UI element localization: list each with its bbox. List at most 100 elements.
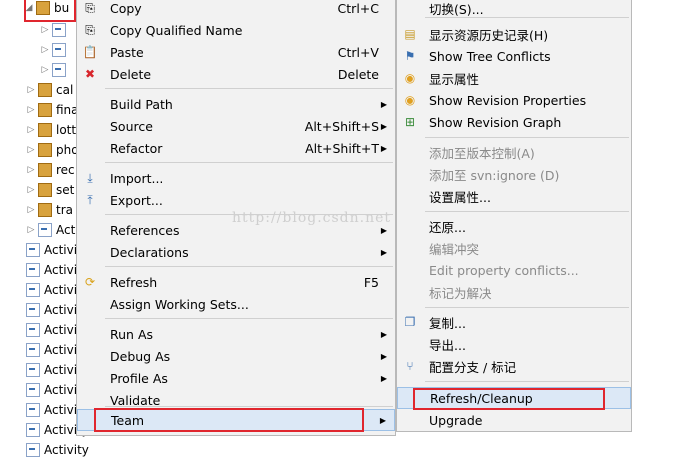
menu-shortcut: Ctrl+C xyxy=(337,0,379,16)
menu-label: 切换(S)... xyxy=(429,1,484,17)
menu-item-show-revision-graph[interactable]: ⊞ Show Revision Graph xyxy=(397,111,631,133)
menu-label: 还原... xyxy=(429,219,466,235)
menu-label: Source xyxy=(110,118,153,134)
expand-arrow-icon[interactable]: ▷ xyxy=(26,125,36,135)
menu-item-copy[interactable]: ⎘ Copy Ctrl+C xyxy=(77,0,395,19)
branch-tag-icon: ⑂ xyxy=(406,359,414,373)
java-file-icon xyxy=(26,443,40,457)
tree-item[interactable]: ▷ xyxy=(40,40,70,60)
menu-shortcut: Alt+Shift+S xyxy=(304,118,379,134)
tree-item[interactable]: ▷ lott xyxy=(26,120,76,140)
menu-item-edit-conflicts[interactable]: 编辑冲突 xyxy=(397,237,631,259)
revision-properties-icon: ◉ xyxy=(404,93,416,107)
expand-arrow-icon[interactable]: ▷ xyxy=(40,45,50,55)
menu-item-paste[interactable]: 📋 Paste Ctrl+V xyxy=(77,41,395,63)
annotation-box-root xyxy=(24,0,76,22)
menu-item-delete[interactable]: ✖ Delete Delete xyxy=(77,63,395,85)
menu-item-copy-qualified-name[interactable]: ⎘ Copy Qualified Name xyxy=(77,19,395,41)
menu-item-source[interactable]: Source Alt+Shift+S ▶ xyxy=(77,115,395,137)
menu-shortcut: Alt+Shift+T xyxy=(305,140,379,156)
tree-item-label: tra xyxy=(56,203,73,217)
menu-item-show-tree-conflicts[interactable]: ⚑ Show Tree Conflicts xyxy=(397,45,631,67)
java-file-icon xyxy=(26,263,40,277)
svn-copy-icon: ❐ xyxy=(404,315,416,329)
menu-item-svn-export[interactable]: 导出... xyxy=(397,333,631,355)
menu-item-references[interactable]: References ▶ xyxy=(77,219,395,241)
menu-label: 导出... xyxy=(429,337,466,353)
expand-arrow-icon[interactable]: ▷ xyxy=(26,225,36,235)
tree-item-label: set xyxy=(56,183,75,197)
menu-item-build-path[interactable]: Build Path ▶ xyxy=(77,93,395,115)
menu-item-show-properties[interactable]: ◉ 显示属性 xyxy=(397,67,631,89)
menu-separator xyxy=(105,318,393,319)
menu-label: Declarations xyxy=(110,244,189,260)
tree-item[interactable]: ▷ cal xyxy=(26,80,73,100)
submenu-arrow-icon: ▶ xyxy=(380,247,387,257)
expand-arrow-icon[interactable]: ▷ xyxy=(26,145,36,155)
menu-item-run-as[interactable]: Run As ▶ xyxy=(77,323,395,345)
menu-item-import[interactable]: ⤓ Import... xyxy=(77,167,395,189)
menu-shortcut: Delete xyxy=(337,66,379,82)
expand-arrow-icon[interactable]: ▷ xyxy=(40,65,50,75)
menu-label: Copy Qualified Name xyxy=(110,22,243,38)
menu-label: Profile As xyxy=(110,370,168,386)
java-file-icon xyxy=(52,63,66,77)
tree-item[interactable]: ▷ set xyxy=(26,180,74,200)
tree-item[interactable]: ▷ rec xyxy=(26,160,75,180)
menu-item-show-history[interactable]: ▤ 显示资源历史记录(H) xyxy=(397,23,631,45)
menu-shortcut: F5 xyxy=(363,274,379,290)
menu-item-profile-as[interactable]: Profile As ▶ xyxy=(77,367,395,389)
menu-item-add-svn-ignore[interactable]: 添加至 svn:ignore (D) xyxy=(397,163,631,185)
menu-item-declarations[interactable]: Declarations ▶ xyxy=(77,241,395,263)
package-icon xyxy=(38,163,52,177)
menu-item-refactor[interactable]: Refactor Alt+Shift+T ▶ xyxy=(77,137,395,159)
menu-item-debug-as[interactable]: Debug As ▶ xyxy=(77,345,395,367)
expand-arrow-icon[interactable]: ▷ xyxy=(26,85,36,95)
menu-label: 添加至版本控制(A) xyxy=(429,145,535,161)
menu-separator xyxy=(425,17,629,18)
menu-label: Copy xyxy=(110,0,142,16)
menu-label: 设置属性... xyxy=(429,189,491,205)
tree-item[interactable]: ▷ Act xyxy=(26,220,75,240)
tree-item[interactable]: ▷ xyxy=(40,20,70,40)
menu-separator xyxy=(425,137,629,138)
menu-item-upgrade[interactable]: Upgrade xyxy=(397,409,631,431)
tree-item[interactable]: ▷ fina xyxy=(26,100,79,120)
tree-item[interactable]: ▷ pho xyxy=(26,140,79,160)
menu-item-svn-copy[interactable]: ❐ 复制... xyxy=(397,311,631,333)
expand-arrow-icon[interactable]: ▷ xyxy=(26,185,36,195)
tree-item[interactable]: ▷ xyxy=(40,60,70,80)
tree-item[interactable]: Activity xyxy=(14,440,89,460)
menu-item-set-property[interactable]: 设置属性... xyxy=(397,185,631,207)
menu-item-export[interactable]: ⤒ Export... xyxy=(77,189,395,211)
menu-label: Edit property conflicts... xyxy=(429,262,579,278)
menu-label: 显示资源历史记录(H) xyxy=(429,27,549,43)
expand-arrow-icon[interactable]: ▷ xyxy=(40,25,50,35)
java-file-icon xyxy=(26,343,40,357)
menu-item-add-version-control[interactable]: 添加至版本控制(A) xyxy=(397,141,631,163)
menu-label: 编辑冲突 xyxy=(429,241,480,257)
menu-item-mark-resolved[interactable]: 标记为解决 xyxy=(397,281,631,303)
export-icon: ⤒ xyxy=(87,192,93,207)
context-menu: ⎘ Copy Ctrl+C ⎘ Copy Qualified Name 📋 Pa… xyxy=(76,0,396,436)
refresh-icon: ⟳ xyxy=(84,275,96,289)
tree-item[interactable]: ▷ tra xyxy=(26,200,73,220)
menu-label: Show Revision Properties xyxy=(429,92,587,108)
expand-arrow-icon[interactable]: ▷ xyxy=(26,105,36,115)
menu-item-refresh[interactable]: ⟳ Refresh F5 xyxy=(77,271,395,293)
menu-separator xyxy=(425,307,629,308)
expand-arrow-icon[interactable]: ▷ xyxy=(26,205,36,215)
menu-item-assign-working-sets[interactable]: Assign Working Sets... xyxy=(77,293,395,315)
menu-item-edit-property-conflicts[interactable]: Edit property conflicts... xyxy=(397,259,631,281)
package-icon xyxy=(38,143,52,157)
tree-item-label: Activity xyxy=(44,443,89,457)
menu-item-branch-tag[interactable]: ⑂ 配置分支 / 标记 xyxy=(397,355,631,377)
submenu-arrow-icon: ▶ xyxy=(380,225,387,235)
revision-graph-icon: ⊞ xyxy=(404,115,416,129)
expand-arrow-icon[interactable]: ▷ xyxy=(26,165,36,175)
menu-label: Debug As xyxy=(110,348,171,364)
menu-item-revert[interactable]: 还原... xyxy=(397,215,631,237)
menu-item-show-revision-properties[interactable]: ◉ Show Revision Properties xyxy=(397,89,631,111)
submenu-arrow-icon: ▶ xyxy=(380,373,387,383)
menu-separator xyxy=(105,162,393,163)
